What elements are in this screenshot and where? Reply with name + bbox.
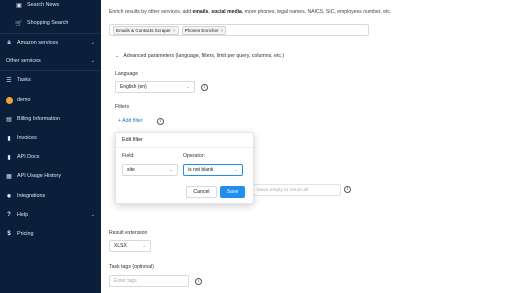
sidebar-item-api-docs[interactable]: ▮ API Docs	[0, 149, 101, 165]
chevron-down-icon: ⌄	[142, 243, 146, 248]
task-tags-input[interactable]: Enter tags	[109, 275, 189, 287]
sidebar-item-tasks[interactable]: ☰ Tasks	[0, 72, 101, 88]
language-label: Language	[115, 71, 139, 77]
enrichment-select[interactable]: Emails & Contacts Scraper × Phones Enric…	[109, 24, 369, 36]
dollar-icon: $	[7, 231, 11, 237]
field-select[interactable]: site ⌄	[122, 164, 178, 176]
sidebar-item-api-usage[interactable]: ▦ API Usage History	[0, 168, 101, 184]
result-extension-label: Result extension	[109, 230, 148, 236]
avatar	[5, 96, 13, 104]
sidebar-item-help[interactable]: ? Help ⌄	[0, 207, 101, 223]
edit-filter-popup: Edit filter Field: site ⌄ Operator: is n…	[115, 132, 254, 204]
sidebar-divider	[0, 70, 101, 71]
card-icon: ▤	[6, 116, 12, 123]
save-button[interactable]: Save	[220, 186, 245, 198]
popup-title: Edit filter	[122, 137, 143, 143]
shopping-icon: 🛒	[15, 20, 23, 27]
chevron-down-icon: ⌄	[169, 167, 173, 172]
limit-input[interactable]: leave empty to return all	[253, 184, 341, 196]
close-icon[interactable]: ×	[221, 28, 224, 33]
sidebar-item-billing[interactable]: ▤ Billing Information	[0, 111, 101, 127]
add-filter-button[interactable]: + Add filter	[118, 118, 143, 124]
task-tags-label: Task tags (optional)	[109, 264, 154, 270]
info-icon[interactable]: i	[157, 118, 164, 125]
close-icon[interactable]: ×	[173, 28, 176, 33]
info-icon[interactable]: i	[344, 186, 351, 193]
sidebar-item-pricing[interactable]: $ Pricing	[0, 226, 101, 242]
enrichment-description: Enrich results by other services, add em…	[109, 9, 392, 15]
language-select[interactable]: English (en) ⌄	[115, 81, 195, 93]
enrichment-tag: Phones Enricher ×	[181, 25, 227, 35]
sidebar-item-demo[interactable]: demo	[0, 92, 101, 108]
chevron-down-icon: ⌄	[90, 58, 95, 64]
sidebar-item-search-news[interactable]: ▣ Search News	[0, 0, 101, 13]
enrichment-tag: Emails & Contacts Scraper ×	[113, 25, 179, 35]
chevron-down-icon: ⌄	[90, 212, 95, 218]
info-icon[interactable]: i	[195, 278, 202, 285]
invoice-icon: ▮	[7, 135, 11, 142]
doc-icon: ▮	[7, 154, 11, 161]
sidebar-item-other-services[interactable]: Other services ⌄	[0, 53, 101, 69]
history-icon: ▦	[6, 173, 12, 180]
chevron-down-icon: ⌄	[90, 40, 95, 46]
sidebar-item-shopping-search[interactable]: 🛒 Shopping Search	[0, 15, 101, 31]
info-icon[interactable]: i	[201, 84, 208, 91]
chevron-down-icon: ⌄	[115, 53, 120, 59]
result-extension-select[interactable]: XLSX ⌄	[109, 240, 151, 252]
list-icon: ☰	[6, 77, 12, 84]
sidebar-divider	[0, 33, 101, 34]
amazon-icon: a	[7, 40, 11, 46]
operator-label: Operator:	[183, 153, 205, 159]
sidebar-item-amazon-services[interactable]: a Amazon services ⌄	[0, 35, 101, 51]
popup-divider	[116, 147, 253, 148]
chevron-down-icon: ⌄	[234, 167, 238, 172]
sidebar-item-integrations[interactable]: ✹ Integrations	[0, 188, 101, 204]
field-label: Field:	[122, 153, 135, 159]
chevron-down-icon: ⌄	[186, 84, 190, 89]
operator-select[interactable]: is not blank ⌄	[183, 164, 243, 176]
cancel-button[interactable]: Cancel	[186, 186, 217, 198]
filters-label: Filters	[115, 104, 130, 110]
sidebar: ▣ Search News 🛒 Shopping Search a Amazon…	[0, 0, 101, 293]
sidebar-item-invoices[interactable]: ▮ Invoices	[0, 130, 101, 146]
advanced-parameters-toggle[interactable]: ⌄ Advanced parameters (language, filters,…	[115, 53, 284, 59]
news-icon: ▣	[16, 2, 22, 9]
integrations-icon: ✹	[6, 193, 12, 200]
help-icon: ?	[7, 212, 11, 218]
